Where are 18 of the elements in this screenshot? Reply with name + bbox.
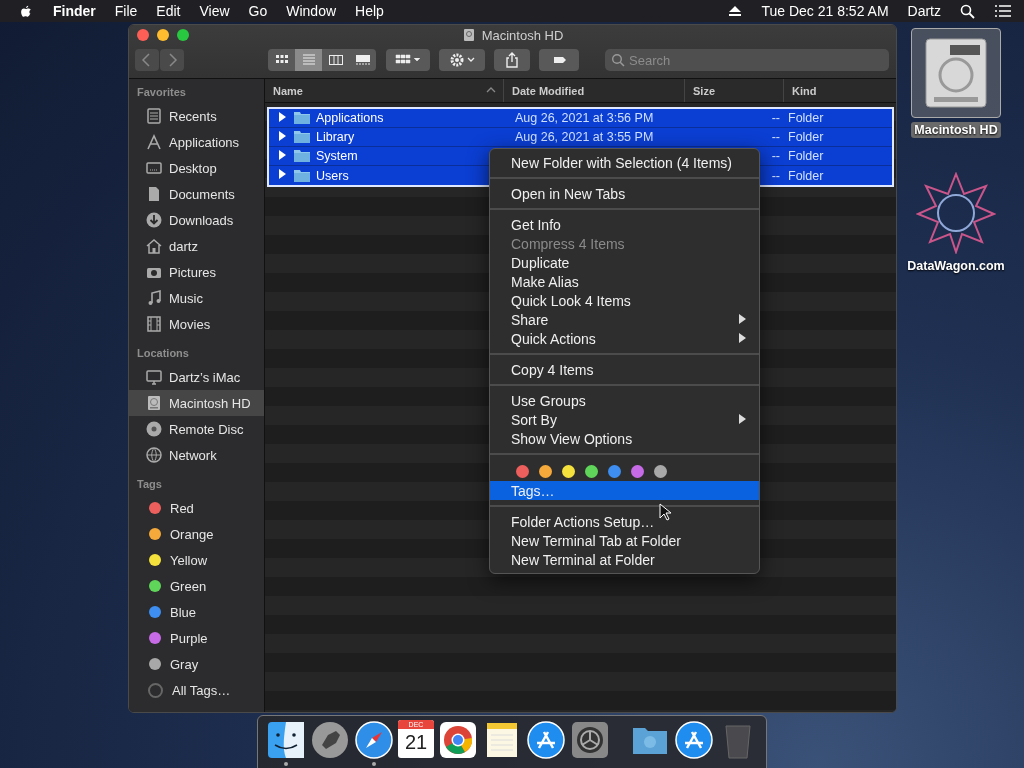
window-title: Macintosh HD bbox=[481, 27, 564, 43]
sidebar-heading: Locations bbox=[136, 347, 190, 361]
sidebar-heading: Tags bbox=[136, 478, 163, 492]
date-cell-text: Aug 26, 2021 at 3:56 PM bbox=[514, 111, 655, 125]
file-name: Users bbox=[316, 168, 349, 183]
kind-cell-text: Folder bbox=[788, 111, 825, 125]
file-name: Library bbox=[316, 130, 355, 144]
kind-cell-text: Folder bbox=[788, 130, 825, 144]
size-cell-text: -- bbox=[770, 111, 781, 125]
size-cell-text: -- bbox=[770, 149, 781, 163]
sidebar-heading: Favorites bbox=[136, 86, 187, 100]
file-name: Applications bbox=[316, 111, 384, 125]
size-cell-text: -- bbox=[770, 168, 781, 183]
size-cell-text: -- bbox=[770, 130, 781, 144]
date-cell-text: Aug 26, 2021 at 3:55 PM bbox=[514, 130, 655, 144]
kind-cell-text: Folder bbox=[788, 149, 825, 163]
file-name: System bbox=[316, 149, 358, 163]
kind-cell-text: Folder bbox=[788, 168, 825, 183]
